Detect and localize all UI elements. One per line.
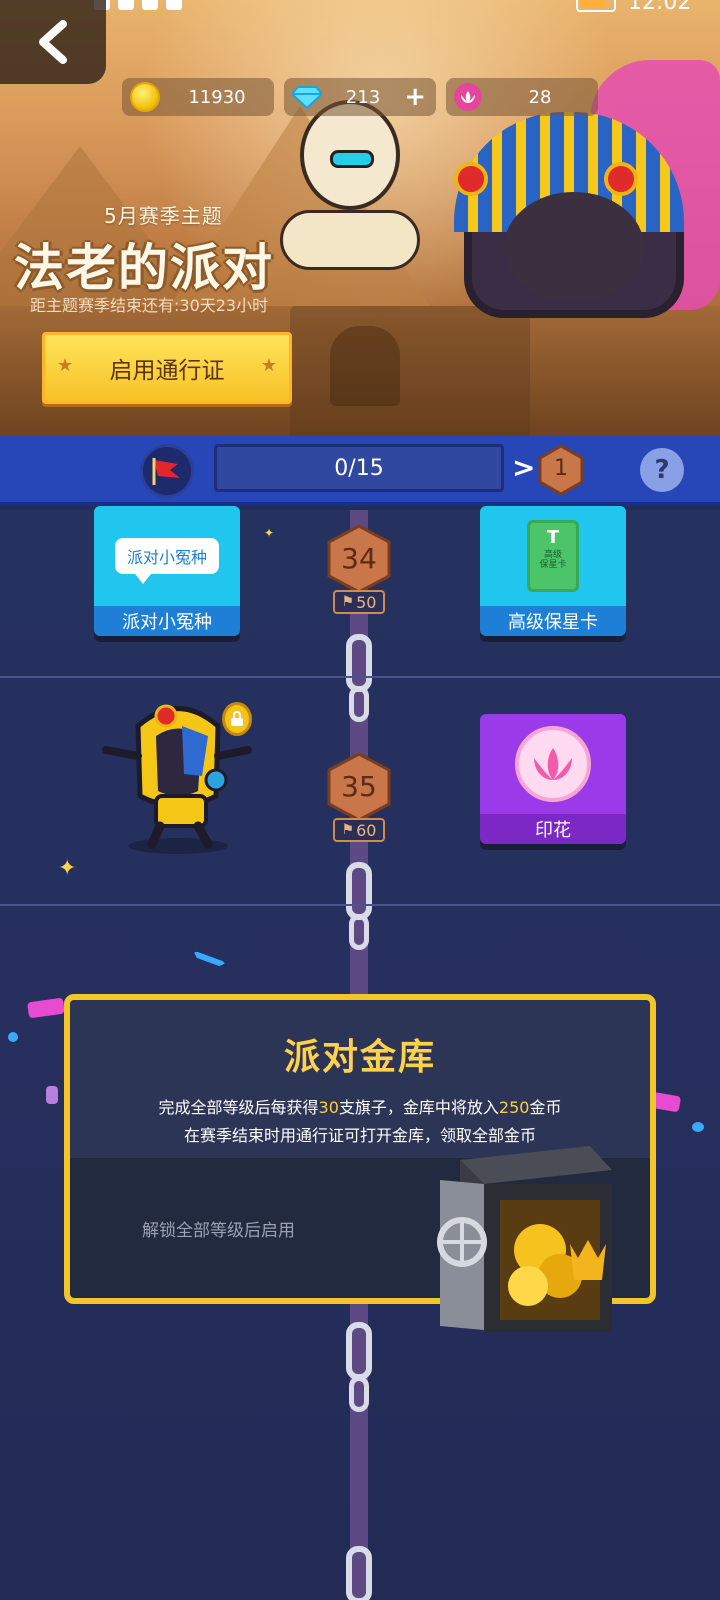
chain-link — [346, 634, 372, 692]
coin-amount: 11930 — [188, 86, 246, 108]
temple-wall — [290, 306, 530, 436]
gem-counter[interactable]: 213 + — [284, 78, 436, 116]
status-clock: 12:02 — [628, 0, 692, 15]
activate-pass-label: 启用通行证 — [109, 358, 225, 384]
stamp-amount: 28 — [528, 86, 552, 108]
row-divider — [0, 904, 720, 906]
vault-locked-text: 解锁全部等级后启用 — [142, 1221, 295, 1241]
red-flag-icon — [152, 458, 180, 485]
confetti-decoration — [189, 950, 227, 974]
add-gems-button[interactable]: + — [404, 84, 426, 110]
alert-icon — [142, 0, 158, 10]
data-icon — [166, 0, 182, 10]
flag-badge — [140, 444, 194, 498]
coin-icon — [130, 82, 160, 112]
level-number: 34 — [341, 542, 377, 575]
level-node-34: 34 ⚑ 50 — [325, 524, 393, 622]
row-divider — [0, 676, 720, 678]
reward-track: 派对小冤种 派对小冤种 ✦ 34 ⚑ 50 T 高级 保星卡 高级保星卡 ✦ 3… — [0, 506, 720, 1600]
chain-link — [346, 862, 372, 920]
star-icon: ★ — [57, 355, 74, 376]
level-flag-cost: ⚑ 50 — [333, 590, 385, 614]
star-icon: ★ — [260, 355, 277, 376]
level-node-35: 35 ⚑ 60 — [325, 752, 393, 850]
anubis-relief — [330, 326, 400, 406]
battle-pass-screen: 12:02 11930 213 + 28 5月赛季主题 法老的派对 距主题赛季结… — [0, 0, 720, 1600]
party-vault-panel: 派对金库 完成全部等级后每获得30支旗子，金库中将放入250金币 在赛季结束时用… — [64, 994, 656, 1332]
speech-bubble: 派对小冤种 — [114, 538, 219, 584]
vault-description-line1: 完成全部等级后每获得30支旗子，金库中将放入250金币 — [158, 1098, 562, 1117]
chain-link — [346, 1546, 372, 1600]
help-button[interactable]: ? — [640, 448, 684, 492]
flag-icon: ⚑ — [341, 594, 355, 610]
star-protection-card-icon: T 高级 保星卡 — [527, 520, 579, 592]
lock-icon — [222, 702, 252, 736]
chain-link — [346, 1322, 372, 1380]
confetti-decoration — [692, 1122, 704, 1132]
season-banner: 12:02 11930 213 + 28 5月赛季主题 法老的派对 距主题赛季结… — [0, 0, 720, 436]
battery-icon — [576, 0, 616, 12]
season-subtitle: 5月赛季主题 — [104, 204, 223, 228]
lotus-stamp-icon — [515, 726, 591, 802]
reward-label: 派对小冤种 — [94, 606, 240, 636]
pharaoh-cat-character-art — [454, 112, 704, 318]
confetti-decoration — [8, 1032, 18, 1042]
confetti-decoration — [27, 997, 65, 1019]
gem-amount: 213 — [345, 86, 381, 108]
next-level-number: 1 — [554, 456, 568, 481]
stamp-counter: 28 — [446, 78, 598, 116]
status-bar: 12:02 — [0, 0, 720, 15]
pass-reward-card-34[interactable]: T 高级 保星卡 高级保星卡 — [480, 506, 626, 636]
reward-label: 印花 — [480, 814, 626, 844]
diamond-icon — [292, 86, 322, 109]
lotus-stamp-icon — [454, 83, 482, 111]
vault-safe-icon — [400, 1140, 620, 1340]
back-button[interactable] — [0, 0, 106, 84]
sparkle-decoration: ✦ — [264, 526, 275, 540]
mummy-character-art — [260, 90, 440, 290]
level-flag-cost: ⚑ 60 — [333, 818, 385, 842]
chevron-right-icon: > — [512, 451, 536, 484]
flag-progress-track: 0/15 — [214, 444, 504, 492]
level-number: 35 — [341, 770, 377, 803]
activate-pass-button[interactable]: ★ 启用通行证 ★ — [42, 332, 292, 404]
sparkle-decoration: ✦ — [58, 856, 77, 881]
flag-progress-text: 0/15 — [334, 455, 384, 481]
pass-reward-card-35[interactable]: 印花 — [480, 714, 626, 844]
chain-link — [349, 914, 369, 950]
flag-icon: ⚑ — [341, 822, 355, 838]
season-countdown: 距主题赛季结束还有:30天23小时 — [30, 296, 269, 315]
chevron-left-icon — [39, 20, 67, 64]
status-icons — [94, 0, 182, 10]
coin-counter: 11930 — [122, 78, 274, 116]
confetti-decoration — [46, 1086, 58, 1104]
vault-title: 派对金库 — [283, 1037, 436, 1078]
reward-label: 高级保星卡 — [480, 606, 626, 636]
chain-link — [349, 1376, 369, 1412]
level-progress-bar: 0/15 > 1 ? — [0, 436, 720, 506]
free-reward-card-34[interactable]: 派对小冤种 派对小冤种 — [94, 506, 240, 636]
next-level-badge: 1 — [538, 444, 584, 496]
chain-link — [349, 686, 369, 722]
season-title: 法老的派对 — [14, 239, 274, 297]
wifi-icon — [118, 0, 134, 10]
